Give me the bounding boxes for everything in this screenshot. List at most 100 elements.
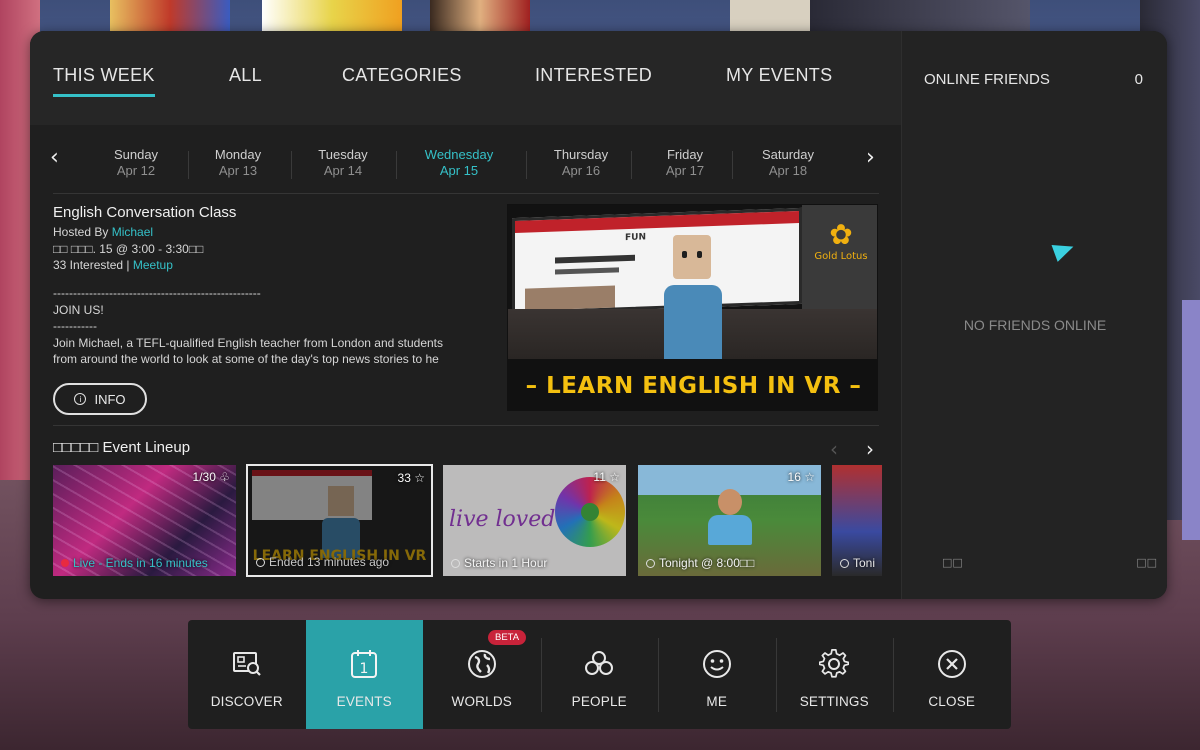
- event-description: ----------------------------------------…: [53, 285, 483, 368]
- next-week-arrow-icon[interactable]: ›: [866, 145, 875, 170]
- bottom-navigation: DISCOVER 1 EVENTS BETA WORLDS PEOPLE ME …: [188, 620, 1011, 729]
- star-icon: ☆: [804, 470, 815, 484]
- card-status: Toni: [840, 556, 875, 570]
- nav-close[interactable]: CLOSE: [893, 620, 1011, 729]
- friends-footer-glyph[interactable]: □□: [1136, 556, 1157, 569]
- lineup-card[interactable]: 1/30 ♧ Live - Ends in 16 minutes: [53, 465, 236, 576]
- previous-week-arrow-icon[interactable]: ‹: [50, 145, 59, 170]
- friends-footer-glyph[interactable]: □□: [942, 556, 963, 569]
- lineup-card-selected[interactable]: LEARN ENGLISH IN VR 33 ☆ Ended 13 minute…: [246, 464, 433, 577]
- nav-label: WORLDS: [451, 694, 512, 709]
- hero-screen-photo: [525, 285, 615, 311]
- host-link[interactable]: Michael: [112, 225, 153, 239]
- clock-icon: [451, 559, 460, 568]
- hero-news-screen: FUN: [512, 207, 802, 315]
- nav-settings[interactable]: SETTINGS: [775, 620, 894, 729]
- card-status: Ended 13 minutes ago: [256, 555, 389, 569]
- pointer-cursor-icon: [1051, 238, 1077, 262]
- lineup-card-partial[interactable]: Toni: [832, 465, 882, 576]
- nav-discover[interactable]: DISCOVER: [188, 620, 306, 729]
- online-friends-title: ONLINE FRIENDS: [924, 71, 1050, 88]
- day-name: Tuesday: [318, 147, 368, 162]
- nav-worlds[interactable]: BETA WORLDS: [423, 620, 541, 729]
- lineup-card[interactable]: 16 ☆ Tonight @ 8:00□□: [638, 465, 821, 576]
- card-count: 33 ☆: [398, 471, 425, 485]
- clock-icon: [840, 559, 849, 568]
- people-count-icon: ♧: [219, 470, 230, 484]
- day-sunday[interactable]: Sunday Apr 12: [86, 147, 186, 178]
- day-wednesday[interactable]: Wednesday Apr 15: [409, 147, 509, 178]
- svg-text:1: 1: [360, 661, 369, 677]
- star-icon: ☆: [609, 470, 620, 484]
- description-line: -----------: [53, 319, 97, 333]
- hosted-by-label: Hosted By: [53, 225, 112, 239]
- gold-lotus-logo: ✿ Gold Lotus: [808, 221, 874, 263]
- live-dot-icon: [61, 559, 69, 567]
- tab-my-events[interactable]: MY EVENTS: [726, 65, 832, 86]
- day-divider: [396, 151, 397, 179]
- lineup-next-arrow-icon[interactable]: ›: [866, 437, 874, 461]
- day-divider: [732, 151, 733, 179]
- day-tuesday[interactable]: Tuesday Apr 14: [293, 147, 393, 178]
- day-divider: [526, 151, 527, 179]
- nav-me[interactable]: ME: [658, 620, 776, 729]
- background-poster: [110, 0, 230, 34]
- online-friends-panel: ONLINE FRIENDS 0 NO FRIENDS ONLINE □□ □□: [901, 31, 1167, 599]
- hero-screen-headline: [555, 254, 635, 264]
- tab-categories[interactable]: CATEGORIES: [342, 65, 462, 86]
- tab-this-week[interactable]: THIS WEEK: [53, 65, 155, 97]
- card-count-value: 1/30: [192, 470, 216, 484]
- nav-label: SETTINGS: [799, 694, 869, 709]
- background-poster: [810, 0, 1030, 34]
- beta-badge: BETA: [488, 630, 527, 645]
- day-date: Apr 15: [439, 163, 479, 178]
- people-icon: [583, 648, 615, 680]
- week-day-selector: ‹ Sunday Apr 12 Monday Apr 13 Tuesday Ap…: [30, 125, 901, 194]
- info-button[interactable]: i INFO: [53, 383, 147, 415]
- background-building-right-accent: [1182, 300, 1200, 540]
- card-count: 1/30 ♧: [193, 470, 230, 484]
- avatar-body: [664, 285, 722, 359]
- day-date: Apr 16: [561, 163, 601, 178]
- nav-people[interactable]: PEOPLE: [540, 620, 659, 729]
- info-button-label: INFO: [94, 391, 126, 407]
- nav-label: EVENTS: [336, 694, 392, 709]
- info-icon: i: [74, 393, 87, 405]
- lineup-card[interactable]: live loved 11 ☆ Starts in 1 Hour: [443, 465, 626, 576]
- card-count-value: 33: [397, 471, 411, 485]
- card-status-text: Live - Ends in 16 minutes: [73, 556, 208, 570]
- card-status-text: Starts in 1 Hour: [464, 556, 548, 570]
- day-thursday[interactable]: Thursday Apr 16: [531, 147, 631, 178]
- clock-icon: [256, 558, 265, 567]
- events-panel: THIS WEEK ALL CATEGORIES INTERESTED MY E…: [30, 31, 1167, 599]
- background-poster: [262, 0, 402, 34]
- day-friday[interactable]: Friday Apr 17: [635, 147, 735, 178]
- lineup-title: □□□□□ Event Lineup: [53, 439, 191, 456]
- hero-caption: – LEARN ENGLISH IN VR –: [508, 359, 877, 410]
- card-count-value: 11: [593, 470, 606, 484]
- gear-icon: [818, 648, 850, 680]
- gold-lotus-text: Gold Lotus: [814, 251, 868, 262]
- tab-interested[interactable]: INTERESTED: [535, 65, 652, 86]
- category-tag-link[interactable]: Meetup: [133, 258, 173, 272]
- day-saturday[interactable]: Saturday Apr 18: [738, 147, 838, 178]
- meditating-person-icon: [708, 489, 752, 545]
- divider: [53, 425, 879, 426]
- hero-screen-headline: [555, 267, 619, 275]
- description-line: Join Michael, a TEFL-qualified English t…: [53, 335, 444, 350]
- card-count: 16 ☆: [788, 470, 815, 484]
- star-icon: ☆: [414, 471, 425, 485]
- background-poster: [430, 0, 530, 34]
- lineup-prev-arrow-icon[interactable]: ‹: [830, 437, 838, 461]
- avatar-head: [673, 235, 711, 279]
- day-monday[interactable]: Monday Apr 13: [188, 147, 288, 178]
- tab-all[interactable]: ALL: [229, 65, 262, 86]
- hero-screen-tag: FUN: [625, 232, 646, 244]
- nav-events[interactable]: 1 EVENTS: [305, 620, 423, 729]
- description-line: JOIN US!: [53, 302, 104, 317]
- day-name: Thursday: [553, 147, 609, 162]
- event-hero-image[interactable]: FUN ✿ Gold Lotus – LEARN ENGLISH IN VR –: [507, 204, 878, 411]
- card-status: Tonight @ 8:00□□: [646, 556, 754, 570]
- card-status: Live - Ends in 16 minutes: [61, 556, 208, 570]
- background-poster: [730, 0, 810, 34]
